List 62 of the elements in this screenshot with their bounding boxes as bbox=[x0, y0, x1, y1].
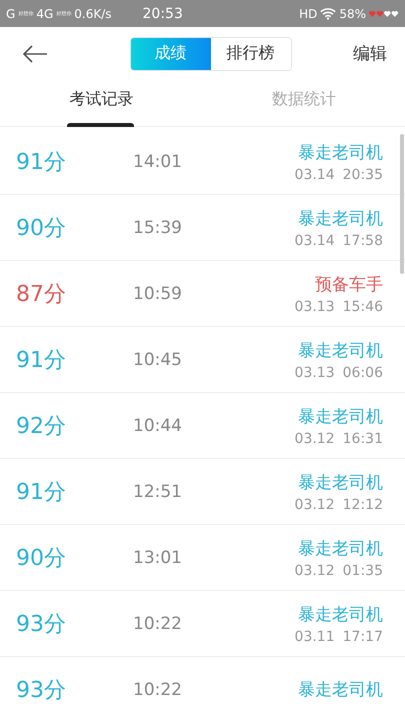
hd-label: HD bbox=[299, 6, 318, 20]
wifi-icon bbox=[320, 7, 336, 20]
rank-title: 暴走老司机 bbox=[298, 472, 383, 494]
duration: 13:01 bbox=[133, 548, 183, 568]
date: 03.13 bbox=[294, 298, 335, 314]
date: 03.12 bbox=[294, 562, 335, 578]
date: 03.12 bbox=[294, 496, 335, 512]
duration: 15:39 bbox=[133, 218, 183, 238]
date: 03.14 bbox=[294, 166, 335, 182]
tab[interactable]: 数据统计 bbox=[202, 80, 405, 126]
rank-title: 暴走老司机 bbox=[298, 604, 383, 626]
score: 92分 bbox=[16, 412, 67, 440]
score: 93分 bbox=[16, 676, 67, 704]
rank-title: 暴走老司机 bbox=[298, 679, 383, 701]
date: 03.11 bbox=[294, 628, 335, 644]
score: 91分 bbox=[16, 478, 67, 506]
duration: 14:01 bbox=[133, 152, 183, 172]
back-arrow-icon[interactable] bbox=[22, 44, 48, 62]
date: 03.12 bbox=[294, 430, 335, 446]
time: 20:35 bbox=[342, 166, 383, 182]
network-speed: 0.6K/s bbox=[74, 6, 112, 20]
edit-button[interactable]: 编辑 bbox=[353, 42, 387, 65]
date: 03.14 bbox=[294, 232, 335, 248]
time: 17:58 bbox=[342, 232, 383, 248]
duration: 10:44 bbox=[133, 416, 183, 436]
signal-label: G bbox=[6, 6, 16, 20]
score: 91分 bbox=[16, 346, 67, 374]
time: 16:31 bbox=[342, 430, 383, 446]
rank-title: 暴走老司机 bbox=[298, 406, 383, 428]
record-row[interactable]: 92分 10:44 暴走老司机 03.12 16:31 bbox=[0, 393, 405, 459]
duration: 10:59 bbox=[133, 284, 183, 304]
rank-title: 暴走老司机 bbox=[298, 208, 383, 230]
segment-tab[interactable]: 成绩 bbox=[130, 38, 210, 70]
time: 15:46 bbox=[342, 298, 383, 314]
clock: 20:53 bbox=[142, 6, 183, 22]
time: 17:17 bbox=[342, 628, 383, 644]
time: 01:35 bbox=[342, 562, 383, 578]
duration: 10:22 bbox=[133, 614, 183, 634]
record-row[interactable]: 90分 13:01 暴走老司机 03.12 01:35 bbox=[0, 525, 405, 591]
rank-title: 暴走老司机 bbox=[298, 340, 383, 362]
hearts-icon bbox=[369, 10, 399, 18]
duration: 10:22 bbox=[133, 680, 183, 700]
signal-label: 4G bbox=[36, 6, 54, 20]
score: 90分 bbox=[16, 544, 67, 572]
rank-title: 暴走老司机 bbox=[298, 142, 383, 164]
tab[interactable]: 考试记录 bbox=[0, 80, 202, 126]
rank-title: 预备车手 bbox=[315, 274, 383, 296]
rank-title: 暴走老司机 bbox=[298, 538, 383, 560]
battery-level: 58% bbox=[339, 6, 366, 20]
date: 03.13 bbox=[294, 364, 335, 380]
score: 90分 bbox=[16, 214, 67, 242]
record-row[interactable]: 93分 10:22 暴走老司机 03.11 17:17 bbox=[0, 591, 405, 657]
record-row[interactable]: 93分 10:22 暴走老司机 bbox=[0, 657, 405, 720]
score: 87分 bbox=[16, 280, 67, 308]
time: 06:06 bbox=[342, 364, 383, 380]
score: 91分 bbox=[16, 148, 67, 176]
score: 93分 bbox=[16, 610, 67, 638]
record-row[interactable]: 91分 12:51 暴走老司机 03.12 12:12 bbox=[0, 459, 405, 525]
duration: 12:51 bbox=[133, 482, 183, 502]
time: 12:12 bbox=[342, 496, 383, 512]
record-row[interactable]: 91分 10:45 暴走老司机 03.13 06:06 bbox=[0, 327, 405, 393]
duration: 10:45 bbox=[133, 350, 183, 370]
